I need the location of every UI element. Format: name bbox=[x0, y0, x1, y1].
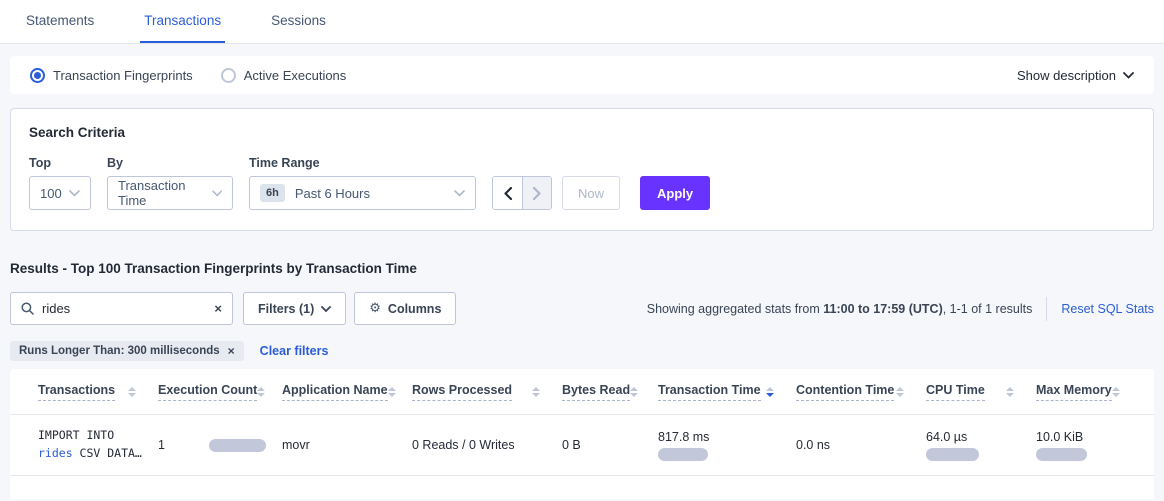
radio-label: Active Executions bbox=[244, 68, 347, 83]
sort-icon bbox=[532, 387, 540, 397]
tab-statements[interactable]: Statements bbox=[22, 0, 98, 43]
by-field: By Transaction Time bbox=[107, 156, 233, 210]
top-select-value: 100 bbox=[40, 186, 62, 201]
application-name-cell: movr bbox=[282, 438, 412, 452]
chevron-down-icon bbox=[454, 190, 465, 197]
view-toggle-band: Transaction Fingerprints Active Executio… bbox=[10, 56, 1154, 94]
transaction-fingerprint-cell: IMPORT INTO rides CSV DATA… bbox=[38, 427, 158, 463]
radio-active-executions[interactable]: Active Executions bbox=[221, 68, 347, 83]
sort-icon bbox=[630, 387, 638, 397]
reset-sql-stats-link[interactable]: Reset SQL Stats bbox=[1061, 302, 1154, 316]
results-controls-row: × Filters (1) ⚙ Columns Showing aggregat… bbox=[10, 292, 1154, 325]
column-header-max-memory[interactable]: Max Memory bbox=[1036, 383, 1142, 401]
columns-label: Columns bbox=[388, 302, 441, 316]
table-header-row: Transactions Execution Count Application… bbox=[10, 369, 1154, 415]
radio-transaction-fingerprints[interactable]: Transaction Fingerprints bbox=[30, 68, 193, 83]
results-heading: Results - Top 100 Transaction Fingerprin… bbox=[10, 261, 1154, 276]
now-button[interactable]: Now bbox=[562, 176, 620, 210]
column-header-transaction-time[interactable]: Transaction Time bbox=[658, 383, 796, 401]
max-memory-cell: 10.0 KiB bbox=[1036, 430, 1126, 461]
transaction-time-cell: 817.8 ms bbox=[658, 430, 796, 461]
chevron-down-icon bbox=[212, 190, 222, 197]
remove-filter-icon[interactable]: × bbox=[228, 345, 235, 357]
top-select[interactable]: 100 bbox=[29, 176, 91, 210]
filters-button[interactable]: Filters (1) bbox=[243, 292, 346, 325]
columns-button[interactable]: ⚙ Columns bbox=[354, 292, 456, 325]
radio-label: Transaction Fingerprints bbox=[53, 68, 193, 83]
time-range-badge: 6h bbox=[260, 184, 285, 202]
time-range-value: Past 6 Hours bbox=[295, 186, 370, 201]
cpu-time-cell: 64.0 µs bbox=[926, 430, 1036, 461]
column-header-rows-processed[interactable]: Rows Processed bbox=[412, 383, 562, 401]
column-header-contention-time[interactable]: Contention Time bbox=[796, 383, 926, 401]
time-range-field: Time Range 6h Past 6 Hours bbox=[249, 156, 476, 210]
time-range-select[interactable]: 6h Past 6 Hours bbox=[249, 176, 476, 210]
vertical-divider bbox=[1046, 297, 1047, 321]
top-field: Top 100 bbox=[29, 156, 91, 210]
search-criteria-title: Search Criteria bbox=[29, 125, 1135, 140]
search-criteria-card: Search Criteria Top 100 By Transaction T… bbox=[10, 108, 1154, 231]
filters-label: Filters (1) bbox=[258, 302, 314, 316]
contention-time-cell: 0.0 ns bbox=[796, 438, 926, 452]
clear-filters-link[interactable]: Clear filters bbox=[260, 344, 329, 358]
chevron-down-icon bbox=[69, 190, 80, 197]
cpu-time-bar bbox=[926, 448, 979, 461]
max-memory-bar bbox=[1036, 448, 1087, 461]
previous-time-range-button[interactable] bbox=[493, 177, 522, 209]
tab-transactions[interactable]: Transactions bbox=[140, 0, 225, 43]
rows-processed-cell: 0 Reads / 0 Writes bbox=[412, 438, 562, 452]
time-range-pager bbox=[492, 176, 552, 210]
chevron-down-icon bbox=[321, 306, 331, 312]
column-header-transactions[interactable]: Transactions bbox=[38, 383, 158, 401]
show-description-toggle[interactable]: Show description bbox=[1017, 68, 1134, 83]
column-header-application-name[interactable]: Application Name bbox=[282, 383, 412, 401]
sort-icon bbox=[388, 387, 396, 397]
execution-count-bar bbox=[209, 439, 266, 452]
chevron-right-icon bbox=[533, 187, 541, 200]
search-icon bbox=[21, 302, 34, 315]
gear-icon: ⚙ bbox=[369, 301, 381, 316]
aggregated-stats-text: Showing aggregated stats from 11:00 to 1… bbox=[647, 302, 1033, 316]
radio-selected-icon bbox=[30, 68, 45, 83]
filter-pill[interactable]: Runs Longer Than: 300 milliseconds × bbox=[10, 341, 244, 361]
results-table: Transactions Execution Count Application… bbox=[10, 369, 1154, 499]
show-description-label: Show description bbox=[1017, 68, 1116, 83]
transaction-time-bar bbox=[658, 448, 708, 461]
sort-icon bbox=[257, 387, 265, 397]
next-time-range-button[interactable] bbox=[522, 177, 551, 209]
sort-icon-active bbox=[766, 387, 774, 397]
execution-count-cell: 1 bbox=[158, 438, 282, 452]
by-label: By bbox=[107, 156, 233, 170]
column-header-cpu-time[interactable]: CPU Time bbox=[926, 383, 1036, 401]
page-tabbar: Statements Transactions Sessions bbox=[0, 0, 1164, 44]
chevron-left-icon bbox=[504, 187, 512, 200]
search-input[interactable] bbox=[42, 301, 214, 316]
column-header-bytes-read[interactable]: Bytes Read bbox=[562, 383, 658, 401]
column-header-execution-count[interactable]: Execution Count bbox=[158, 383, 282, 401]
filter-pill-label: Runs Longer Than: 300 milliseconds bbox=[19, 345, 220, 357]
clear-search-icon[interactable]: × bbox=[214, 302, 222, 315]
radio-unselected-icon bbox=[221, 68, 236, 83]
sort-icon bbox=[128, 387, 136, 397]
tab-sessions[interactable]: Sessions bbox=[267, 0, 330, 43]
sort-icon bbox=[896, 387, 904, 397]
by-select[interactable]: Transaction Time bbox=[107, 176, 233, 210]
transaction-fingerprint-link[interactable]: rides bbox=[38, 446, 73, 460]
table-row: IMPORT INTO rides CSV DATA… 1 movr 0 Rea… bbox=[10, 415, 1154, 476]
sort-icon bbox=[1006, 387, 1014, 397]
chevron-down-icon bbox=[1123, 72, 1134, 79]
bytes-read-cell: 0 B bbox=[562, 438, 658, 452]
time-range-label: Time Range bbox=[249, 156, 476, 170]
top-label: Top bbox=[29, 156, 91, 170]
sort-icon bbox=[1112, 387, 1120, 397]
active-filters-row: Runs Longer Than: 300 milliseconds × Cle… bbox=[10, 341, 1154, 361]
by-select-value: Transaction Time bbox=[118, 178, 212, 208]
apply-button[interactable]: Apply bbox=[640, 176, 710, 210]
search-box[interactable]: × bbox=[10, 292, 233, 325]
